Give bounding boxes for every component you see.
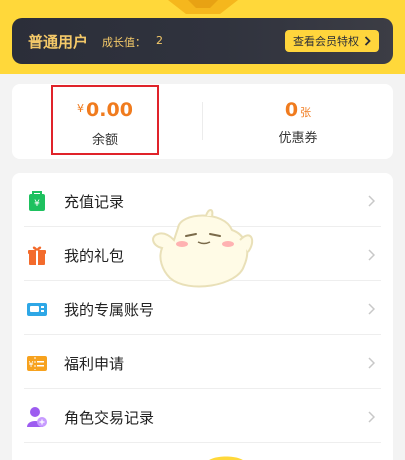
menu-item-label: 我的专属账号: [64, 301, 155, 319]
member-level-title: 普通用户: [28, 33, 89, 51]
menu-item-label: 我的礼包: [64, 247, 125, 265]
menu-item-label: 福利申请: [64, 355, 125, 373]
mascot-icon[interactable]: [148, 208, 256, 294]
svg-text:¥: ¥: [34, 199, 40, 209]
menu-item-role-trade-records[interactable]: 角色交易记录: [12, 389, 393, 443]
chevron-right-icon: [368, 411, 375, 423]
welfare-ticket-icon: ¥: [27, 356, 47, 371]
coupon-block[interactable]: 0张 优惠券: [248, 84, 348, 159]
header-banner: 普通用户 成长值： 2 查看会员特权: [0, 0, 405, 74]
role-trade-icon: [27, 407, 47, 427]
wallet-card: ¥0.00 余额 0张 优惠券: [12, 84, 393, 159]
crown-decoration-icon: [168, 0, 238, 14]
view-vip-privileges-button[interactable]: 查看会员特权: [285, 30, 379, 52]
vip-button-label: 查看会员特权: [293, 35, 359, 48]
coupon-amount: 0张: [248, 99, 348, 121]
coupon-unit: 张: [300, 106, 312, 119]
balance-label: 余额: [91, 133, 118, 148]
member-card: 普通用户 成长值： 2 查看会员特权: [12, 18, 393, 64]
coupon-label: 优惠券: [278, 131, 318, 146]
chevron-right-icon: [368, 195, 375, 207]
coupon-count: 0: [284, 99, 299, 121]
balance-block[interactable]: ¥0.00 余额: [51, 85, 159, 155]
chevron-right-icon: [368, 357, 375, 369]
menu-item-welfare-application[interactable]: ¥ 福利申请: [12, 335, 393, 389]
growth-value: 2: [156, 34, 163, 47]
chevron-right-icon: [368, 249, 375, 261]
chevron-right-icon: [368, 303, 375, 315]
svg-text:¥: ¥: [28, 360, 33, 369]
separator: [24, 442, 381, 443]
menu-item-label: 角色交易记录: [64, 409, 155, 427]
balance-value: 0.00: [86, 99, 133, 121]
menu-item-label: 充值记录: [64, 193, 125, 211]
account-card-icon: [27, 303, 47, 316]
recharge-bag-icon: ¥: [29, 191, 45, 211]
gift-icon: [28, 246, 46, 265]
bottom-decoration-icon: [209, 456, 243, 460]
balance-amount: ¥0.00: [53, 99, 157, 121]
divider: [202, 102, 203, 140]
chevron-right-icon: [364, 36, 371, 46]
currency-symbol: ¥: [77, 102, 85, 115]
growth-label: 成长值：: [102, 36, 146, 49]
